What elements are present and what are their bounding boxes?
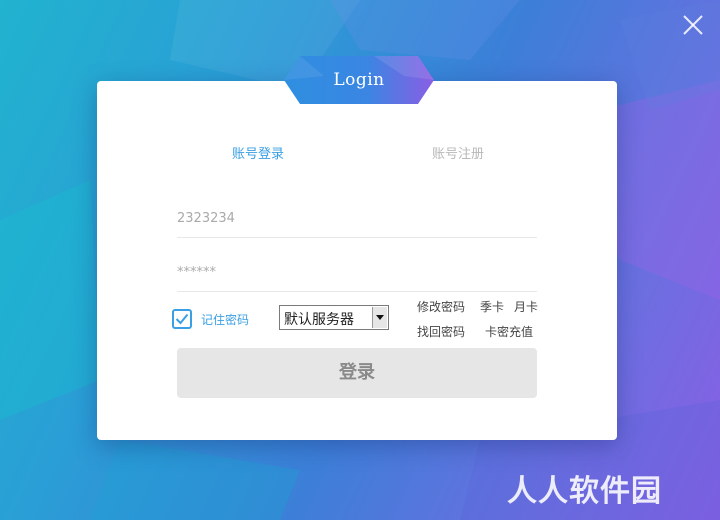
- watermark-text: 人人软件园: [507, 474, 662, 509]
- tab-account-register[interactable]: 账号注册: [432, 143, 484, 162]
- chevron-down-icon[interactable]: [372, 307, 387, 328]
- server-select-value: 默认服务器: [284, 312, 354, 328]
- server-select[interactable]: 默认服务器: [279, 305, 389, 330]
- login-badge: Login: [284, 56, 434, 104]
- login-button[interactable]: 登录: [177, 348, 537, 398]
- password-field[interactable]: ******: [177, 255, 537, 292]
- change-password-link[interactable]: 修改密码: [417, 298, 465, 315]
- season-card-link[interactable]: 季卡: [480, 298, 504, 315]
- tab-account-login[interactable]: 账号登录: [232, 143, 284, 162]
- find-password-link[interactable]: 找回密码: [417, 323, 465, 340]
- close-icon[interactable]: [680, 12, 706, 38]
- username-field[interactable]: 2323234: [177, 201, 537, 238]
- card-recharge-link[interactable]: 卡密充值: [485, 323, 533, 340]
- badge-title: Login: [333, 70, 385, 90]
- login-window: Login 账号登录 账号注册 2323234 ****** 记住密码 默认服务…: [0, 0, 720, 520]
- month-card-link[interactable]: 月卡: [514, 298, 538, 315]
- remember-password-checkbox[interactable]: [172, 309, 192, 329]
- remember-password-label[interactable]: 记住密码: [201, 311, 249, 328]
